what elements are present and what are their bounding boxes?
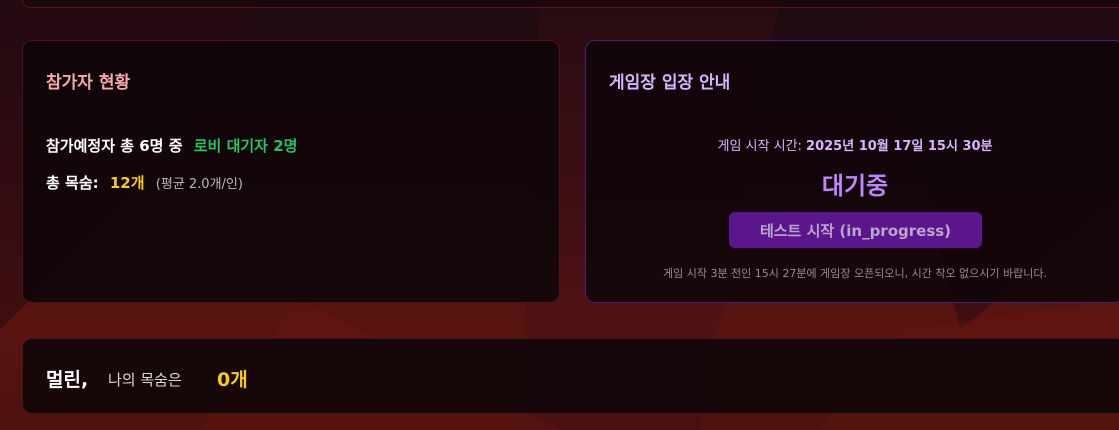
game-entry-card: 게임장 입장 안내 게임 시작 시간: 2025년 10월 17일 15시 30… <box>585 40 1119 303</box>
total-lives-row: 총 목숨: 12개 (평균 2.0개/인) <box>46 172 243 193</box>
participant-summary: 참가예정자 총 6명 중 로비 대기자 2명 <box>46 135 297 156</box>
total-lives-label: 총 목숨: <box>46 174 99 192</box>
test-start-button[interactable]: 테스트 시작 (in_progress) <box>729 212 982 248</box>
lobby-waiting-count: 로비 대기자 2명 <box>193 137 298 155</box>
my-lives-card: 멀린, 나의 목숨은 0개 <box>22 338 1119 414</box>
participant-status-card: 참가자 현황 참가예정자 총 6명 중 로비 대기자 2명 총 목숨: 12개 … <box>22 40 560 303</box>
my-lives-label: 나의 목숨은 <box>108 371 182 389</box>
top-panel-edge <box>22 0 1119 8</box>
average-lives: (평균 2.0개/인) <box>155 177 243 192</box>
game-start-time: 게임 시작 시간: 2025년 10월 17일 15시 30분 <box>586 135 1119 154</box>
entry-notice: 게임 시작 3분 전인 15시 27분에 게임장 오픈되오니, 시간 착오 없으… <box>662 267 1048 280</box>
my-lives-value: 0개 <box>217 369 248 391</box>
game-entry-title: 게임장 입장 안내 <box>609 73 731 93</box>
game-start-value: 2025년 10월 17일 15시 30분 <box>806 139 993 154</box>
user-name: 멀린, <box>46 369 89 391</box>
game-status: 대기중 <box>821 172 889 200</box>
game-start-label: 게임 시작 시간: <box>717 139 802 154</box>
total-lives-value: 12개 <box>109 174 145 192</box>
participant-status-title: 참가자 현황 <box>46 73 131 93</box>
participant-total-text: 참가예정자 총 6명 중 <box>46 137 183 155</box>
